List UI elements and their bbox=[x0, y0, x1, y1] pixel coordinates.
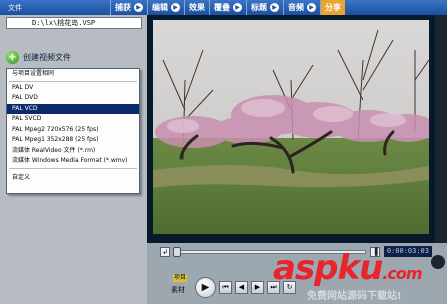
tab-overlay[interactable]: 覆叠 ▶ bbox=[209, 0, 246, 15]
scrub-handle[interactable] bbox=[173, 246, 181, 257]
mark-in-button[interactable]: ↲ bbox=[160, 246, 170, 257]
watermark-logo: aspku.com bbox=[273, 248, 423, 288]
menu-item-same-as-project[interactable]: 与项目设置相同 bbox=[7, 69, 139, 80]
menu-item-wmv[interactable]: 流媒体 Windows Media Format (*.wmv) bbox=[7, 156, 139, 167]
menu-file[interactable]: 文件 bbox=[0, 3, 110, 13]
chevron-right-icon: ▶ bbox=[233, 3, 242, 12]
menu-item-pal-mpeg2[interactable]: PAL Mpeg2 720x576 (25 fps) bbox=[7, 125, 139, 136]
play-icon[interactable]: ▶ bbox=[195, 277, 216, 298]
tab-audio[interactable]: 音频 ▶ bbox=[283, 0, 320, 15]
preview-side-strip bbox=[435, 15, 447, 258]
menu-item-pal-svcd[interactable]: PAL SVCD bbox=[7, 114, 139, 125]
tab-capture[interactable]: 捕获 ▶ bbox=[110, 0, 147, 15]
go-to-start-icon[interactable]: ⏮ bbox=[219, 281, 232, 294]
video-template-menu: 与项目设置相同 PAL DV PAL DVD PAL VCD PAL SVCD … bbox=[6, 68, 140, 194]
project-path-field: D:\lx\桃花岛.VSP bbox=[6, 17, 142, 29]
menu-separator bbox=[9, 167, 137, 169]
chevron-right-icon: ▶ bbox=[134, 3, 143, 12]
tab-edit[interactable]: 编辑 ▶ bbox=[147, 0, 184, 15]
chevron-right-icon: ▶ bbox=[307, 3, 316, 12]
menu-separator bbox=[9, 80, 137, 82]
create-video-label: 创建视频文件 bbox=[23, 53, 71, 62]
create-video-file-button[interactable]: + 创建视频文件 bbox=[6, 51, 71, 64]
menu-item-pal-dvd[interactable]: PAL DVD bbox=[7, 93, 139, 104]
peach-blossom-image bbox=[153, 20, 429, 234]
tab-share[interactable]: 分享 bbox=[320, 0, 345, 15]
preview-frame-image bbox=[153, 20, 429, 234]
watermark-tagline: 免费网站源码下载站! bbox=[307, 291, 402, 302]
chevron-right-icon: ▶ bbox=[270, 3, 279, 12]
create-video-icon: + bbox=[6, 51, 19, 64]
options-panel: D:\lx\桃花岛.VSP + 创建视频文件 与项目设置相同 PAL DV PA… bbox=[0, 15, 147, 304]
tab-effects[interactable]: 效果 bbox=[184, 0, 209, 15]
step-tabs: 捕获 ▶ 编辑 ▶ 效果 覆叠 ▶ 标题 ▶ 音频 ▶ 分享 bbox=[110, 0, 447, 15]
menu-item-custom[interactable]: 自定义 bbox=[7, 173, 139, 184]
chevron-right-icon: ▶ bbox=[171, 3, 180, 12]
mode-clip-toggle[interactable]: 素材 bbox=[171, 285, 185, 295]
mode-project-toggle[interactable]: 项目 bbox=[173, 274, 187, 282]
preview-window bbox=[147, 15, 447, 258]
next-frame-icon[interactable]: ▶ bbox=[251, 281, 264, 294]
site-watermark: aspku.com 免费网站源码下载站! bbox=[273, 250, 443, 304]
menu-item-realvideo[interactable]: 流媒体 RealVideo 文件 (*.rm) bbox=[7, 146, 139, 157]
menu-item-pal-dv[interactable]: PAL DV bbox=[7, 83, 139, 94]
menu-item-pal-vcd[interactable]: PAL VCD bbox=[7, 103, 139, 114]
tab-title[interactable]: 标题 ▶ bbox=[246, 0, 283, 15]
previous-frame-icon[interactable]: ◀ bbox=[235, 281, 248, 294]
menu-item-pal-mpeg1[interactable]: PAL Mpeg1 352x288 (25 fps) bbox=[7, 135, 139, 146]
menu-bar: 文件 捕获 ▶ 编辑 ▶ 效果 覆叠 ▶ 标题 ▶ 音频 ▶ 分享 bbox=[0, 0, 447, 15]
